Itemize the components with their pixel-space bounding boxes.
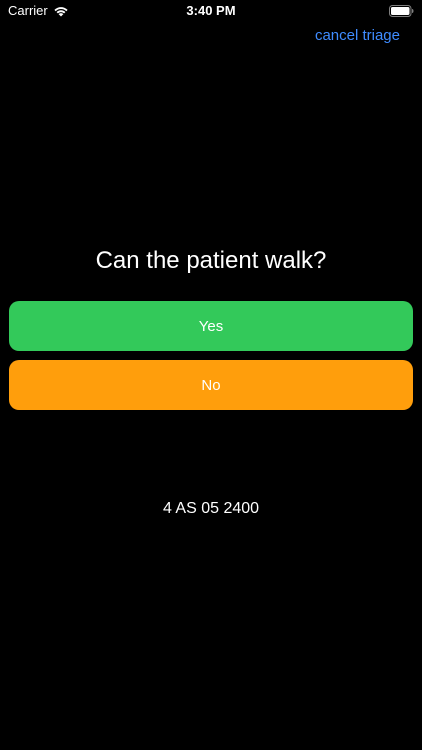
patient-code: 4 AS 05 2400: [162, 500, 260, 517]
yes-button-label: Yes: [198, 317, 224, 335]
no-button-label: No: [201, 376, 221, 394]
cancel-triage-link[interactable]: cancel triage: [315, 27, 400, 44]
battery-icon: [389, 5, 414, 17]
question-text: Can the patient walk?: [95, 247, 327, 274]
status-bar: Carrier 3:40 PM: [0, 0, 422, 22]
clock: 3:40 PM: [186, 3, 236, 18]
yes-button[interactable]: Yes: [9, 301, 413, 351]
no-button[interactable]: No: [9, 360, 413, 410]
